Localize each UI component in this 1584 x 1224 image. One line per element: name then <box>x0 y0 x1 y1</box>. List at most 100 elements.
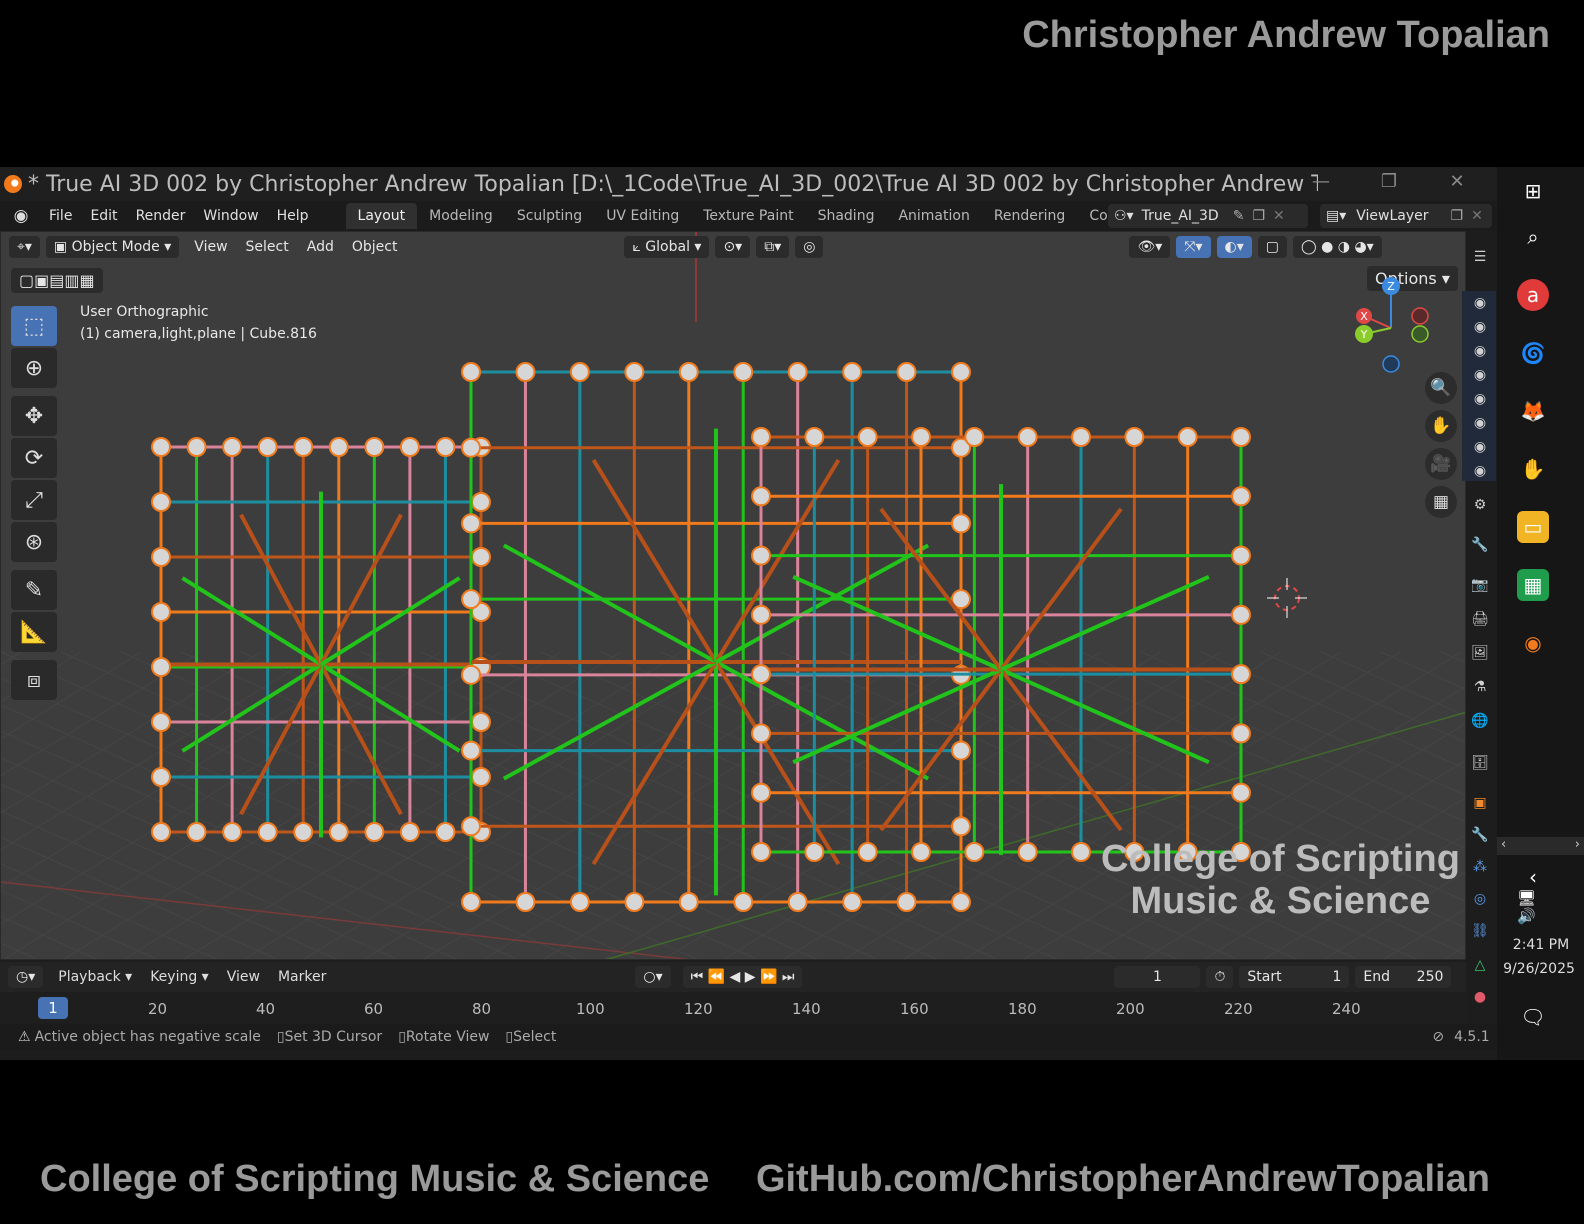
scene-selector[interactable]: ⚇▾ True_AI_3D ✎ ❐ ✕ <box>1108 204 1308 228</box>
render-properties-icon[interactable]: 📷 <box>1470 577 1490 597</box>
select-box-icon[interactable]: ⬚ <box>11 306 57 346</box>
modifier-properties-icon[interactable]: 🔧 <box>1470 827 1490 847</box>
gimp-icon[interactable]: 🦊 <box>1517 395 1549 427</box>
slides-icon[interactable]: ▭ <box>1517 511 1549 543</box>
tab-modeling[interactable]: Modeling <box>417 203 505 229</box>
camera-view-icon[interactable]: 🎥 <box>1425 448 1457 480</box>
camera-restrict-icon[interactable]: ◉ <box>1470 343 1490 363</box>
current-frame-field[interactable]: 1 <box>1114 966 1201 988</box>
scene-properties-icon[interactable]: ⚗ <box>1470 679 1490 699</box>
3d-viewport[interactable]: ⌖▾ ▣ Object Mode ▾ View Select Add Objec… <box>0 231 1466 960</box>
end-frame-field[interactable]: End 250 <box>1355 966 1452 988</box>
rotate-icon[interactable]: ⟳ <box>11 438 57 478</box>
spreadsheet-icon[interactable]: ▦ <box>1517 569 1549 601</box>
axis-neg-y-icon[interactable] <box>1411 325 1429 343</box>
particles-icon[interactable]: ⁂ <box>1470 859 1490 879</box>
menu-render[interactable]: Render <box>127 208 195 224</box>
playback-controls[interactable]: ⏮ ⏪ ◀ ▶ ⏩ ⏭ <box>682 966 803 988</box>
annotate-icon[interactable]: ✎ <box>11 570 57 610</box>
physics-icon[interactable]: ◎ <box>1470 891 1490 911</box>
search-icon[interactable]: ⌕ <box>1517 221 1549 253</box>
navigation-gizmo[interactable]: Z X Y <box>1346 272 1446 382</box>
pan-hand-icon[interactable]: ✋ <box>1425 410 1457 442</box>
select-mode-icons[interactable]: ▢▣▤▥▦ <box>11 268 103 293</box>
timeline-menu-keying[interactable]: Keying ▾ <box>141 969 218 985</box>
object-properties-icon[interactable]: ▣ <box>1470 795 1490 815</box>
object-mode-dropdown[interactable]: ▣ Object Mode ▾ <box>45 236 180 258</box>
tool-properties-icon[interactable]: 🔧 <box>1470 537 1490 557</box>
camera-restrict-icon[interactable]: ◉ <box>1470 295 1490 315</box>
scroll-right-icon[interactable]: › <box>1575 837 1580 855</box>
constraints-icon[interactable]: ⛓ <box>1470 923 1490 943</box>
menu-edit[interactable]: Edit <box>81 208 126 224</box>
menu-help[interactable]: Help <box>268 208 318 224</box>
output-properties-icon[interactable]: 🖨 <box>1470 611 1490 631</box>
camera-restrict-icon[interactable]: ◉ <box>1470 439 1490 459</box>
viewport-menu-view[interactable]: View <box>185 239 236 255</box>
ortho-grid-icon[interactable]: ▦ <box>1425 486 1457 518</box>
visibility-icon[interactable]: 👁▾ <box>1129 236 1171 258</box>
taskbar-scroll[interactable]: ‹ › <box>1497 837 1584 855</box>
viewport-menu-select[interactable]: Select <box>237 239 298 255</box>
viewport-menu-object[interactable]: Object <box>343 239 407 255</box>
clock-time[interactable]: 2:41 PM <box>1501 937 1581 953</box>
clock-date[interactable]: 9/26/2025 <box>1497 961 1581 977</box>
menu-window[interactable]: Window <box>194 208 267 224</box>
blender-taskbar-icon[interactable]: ◉ <box>1517 627 1549 659</box>
view-layer-properties-icon[interactable]: 🖼 <box>1470 645 1490 665</box>
camera-restrict-icon[interactable]: ◉ <box>1470 319 1490 339</box>
axis-neg-x-icon[interactable] <box>1411 307 1429 325</box>
measure-icon[interactable]: 📐 <box>11 612 57 652</box>
camera-restrict-icon[interactable]: ◉ <box>1470 367 1490 387</box>
viewport-menu-add[interactable]: Add <box>298 239 343 255</box>
camera-restrict-icon[interactable]: ◉ <box>1470 415 1490 435</box>
tab-rendering[interactable]: Rendering <box>982 203 1078 229</box>
notifications-icon[interactable]: 🗨 <box>1517 1001 1549 1033</box>
timeline-menu-marker[interactable]: Marker <box>269 969 335 985</box>
viewlayer-selector[interactable]: ▤▾ ViewLayer ❐ ✕ <box>1320 204 1492 228</box>
add-cube-icon[interactable]: ⧈ <box>11 660 57 700</box>
transform-orientation-dropdown[interactable]: ⟀ Global ▾ <box>624 236 710 258</box>
tab-texture-paint[interactable]: Texture Paint <box>691 203 805 229</box>
close-icon[interactable]: ✕ <box>1434 171 1480 197</box>
tab-shading[interactable]: Shading <box>806 203 887 229</box>
delete-viewlayer-icon[interactable]: ✕ <box>1471 208 1483 224</box>
collection-properties-icon[interactable]: 🗄 <box>1470 755 1490 775</box>
windows-start-icon[interactable]: ⊞ <box>1517 175 1549 207</box>
overlay-toggle-icon[interactable]: ◐▾ <box>1216 236 1252 258</box>
start-frame-field[interactable]: Start 1 <box>1239 966 1350 988</box>
minimize-icon[interactable]: — <box>1298 171 1344 197</box>
transform-icon[interactable]: ⊛ <box>11 522 57 562</box>
cursor-icon[interactable]: ⊕ <box>11 348 57 388</box>
blender-logo-icon[interactable]: ◉ <box>10 205 32 227</box>
current-frame-marker[interactable]: 1 <box>38 997 68 1019</box>
pin-icon[interactable]: ✎ <box>1233 208 1245 224</box>
axis-neg-z-icon[interactable] <box>1382 355 1400 373</box>
tab-layout[interactable]: Layout <box>345 203 418 229</box>
network-volume-icon[interactable]: 🖥 🔊 <box>1517 889 1549 925</box>
outliner-icon[interactable]: ☰ <box>1470 249 1490 269</box>
hand-app-icon[interactable]: ✋ <box>1517 453 1549 485</box>
scroll-left-icon[interactable]: ‹ <box>1501 837 1506 855</box>
gizmo-toggle-icon[interactable]: ⤧▾ <box>1176 236 1211 258</box>
zoom-icon[interactable]: 🔍 <box>1425 372 1457 404</box>
pivot-point-icon[interactable]: ⊙▾ <box>715 236 751 258</box>
stopwatch-icon[interactable]: ⏱ <box>1206 966 1234 988</box>
new-viewlayer-icon[interactable]: ❐ <box>1451 208 1464 224</box>
menu-file[interactable]: File <box>40 208 81 224</box>
material-properties-icon[interactable]: ● <box>1470 989 1490 1009</box>
data-properties-icon[interactable]: △ <box>1470 957 1490 977</box>
app-a-icon[interactable]: a <box>1517 279 1549 311</box>
auto-key-icon[interactable]: ○▾ <box>635 966 671 988</box>
delete-scene-icon[interactable]: ✕ <box>1273 208 1285 224</box>
scale-icon[interactable]: ⤢ <box>11 480 57 520</box>
xray-icon[interactable]: ▢ <box>1257 236 1287 258</box>
tab-animation[interactable]: Animation <box>886 203 981 229</box>
timeline-editor-icon[interactable]: ◷▾ <box>8 966 44 988</box>
shading-modes-icon[interactable]: ◯ ● ◑ ◕▾ <box>1293 236 1382 258</box>
editor-type-icon[interactable]: ⌖▾ <box>9 236 40 258</box>
timeline-menu-playback[interactable]: Playback ▾ <box>49 969 141 985</box>
proportional-edit-icon[interactable]: ◎ <box>795 236 824 258</box>
world-properties-icon[interactable]: 🌐 <box>1470 713 1490 733</box>
move-icon[interactable]: ✥ <box>11 396 57 436</box>
